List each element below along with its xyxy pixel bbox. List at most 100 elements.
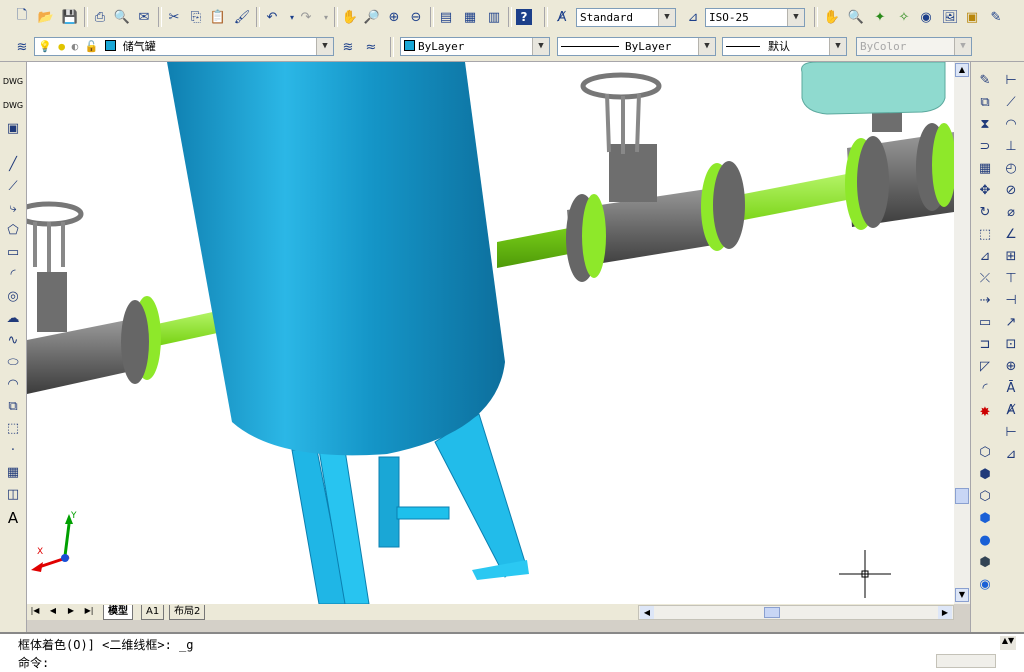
tool-palettes-icon[interactable]: ▥ xyxy=(484,7,504,27)
revcloud-icon[interactable]: ☁ xyxy=(3,308,23,328)
redo-icon[interactable]: ↷ xyxy=(296,7,316,27)
stretch-icon[interactable]: ⊿ xyxy=(975,246,995,266)
copy-object-icon[interactable]: ⧉ xyxy=(975,92,995,112)
ellipse-arc-icon[interactable]: ◠ xyxy=(3,374,23,394)
dimension-edit-icon[interactable]: Ā xyxy=(1001,378,1021,398)
3d-wireframe-icon[interactable]: ⬢ xyxy=(975,464,995,484)
radius-icon[interactable]: ◴ xyxy=(1001,158,1021,178)
paste-icon[interactable]: 📋 xyxy=(208,7,228,27)
offset-icon[interactable]: ⊃ xyxy=(975,136,995,156)
quick-leader-icon[interactable]: ↗ xyxy=(1001,312,1021,332)
multiline-text-icon[interactable]: A xyxy=(3,508,23,528)
properties-icon[interactable]: ▤ xyxy=(436,7,456,27)
help-icon[interactable]: ? xyxy=(516,9,532,25)
flat-edges-icon[interactable]: ⬢ xyxy=(975,552,995,572)
layer-previous-icon[interactable]: ≈ xyxy=(361,37,381,57)
spline-icon[interactable]: ∿ xyxy=(3,330,23,350)
hidden-icon[interactable]: ⬡ xyxy=(975,486,995,506)
angular-icon[interactable]: ∠ xyxy=(1001,224,1021,244)
color-select[interactable]: ByLayer ▼ xyxy=(400,37,550,56)
break-icon[interactable]: ⊐ xyxy=(975,334,995,354)
command-window[interactable]: 框体着色(O)] <二维线框>: _g 命令: ▲▼ xyxy=(0,632,1024,672)
explode-icon[interactable]: ✸ xyxy=(975,402,995,422)
center-mark-icon[interactable]: ⊕ xyxy=(1001,356,1021,376)
plot-preview-icon[interactable]: 🔍 xyxy=(112,7,132,27)
last-tab-button[interactable]: ▶| xyxy=(83,606,95,618)
chamfer-icon[interactable]: ◸ xyxy=(975,356,995,376)
flat-shaded-icon[interactable]: ⬢ xyxy=(975,508,995,528)
dwg-open-icon[interactable]: DWG xyxy=(3,72,23,92)
command-scroll-up[interactable]: ▲▼ xyxy=(1000,636,1016,650)
ellipse-icon[interactable]: ⬭ xyxy=(3,352,23,372)
match-properties-icon[interactable]: 🖌 xyxy=(232,7,252,27)
layer-manager-icon[interactable]: ≋ xyxy=(12,37,32,57)
named-views-icon[interactable]: 🖼 xyxy=(940,7,960,27)
export-icon[interactable]: ▣ xyxy=(3,118,23,138)
tab-model[interactable]: 模型 xyxy=(103,605,133,620)
fillet-icon[interactable]: ◜ xyxy=(975,378,995,398)
horizontal-scrollbar[interactable]: ◀ ▶ xyxy=(638,605,954,620)
copy-icon[interactable]: ⎘ xyxy=(186,7,206,27)
baseline-icon[interactable]: ⊤ xyxy=(1001,268,1021,288)
rectangle-icon[interactable]: ▭ xyxy=(3,242,23,262)
region-icon[interactable]: ◫ xyxy=(3,484,23,504)
gouraud-shaded-icon[interactable]: ● xyxy=(975,530,995,550)
open-folder-icon[interactable]: 📂 xyxy=(36,7,56,27)
linetype-select[interactable]: ByLayer ▼ xyxy=(557,37,716,56)
trim-icon[interactable]: ⤫ xyxy=(975,268,995,288)
make-current-layer-icon[interactable]: ≋ xyxy=(338,37,358,57)
first-tab-button[interactable]: |◀ xyxy=(29,606,41,618)
vertical-scroll-thumb[interactable] xyxy=(955,488,969,504)
sheet-set-icon[interactable]: ▣ xyxy=(962,7,982,27)
rotate-icon[interactable]: ↻ xyxy=(975,202,995,222)
command-hscroll[interactable] xyxy=(936,654,996,668)
drawing-viewport[interactable]: Y X xyxy=(27,62,954,604)
linear-dimension-icon[interactable]: ⊢ xyxy=(1001,70,1021,90)
command-prompt[interactable]: 命令: xyxy=(18,654,49,671)
prev-tab-button[interactable]: ◀ xyxy=(47,606,59,618)
pan-realtime-icon[interactable]: ✋ xyxy=(340,7,360,27)
polygon-icon[interactable]: ⬠ xyxy=(3,220,23,240)
make-block-icon[interactable]: ⬚ xyxy=(3,418,23,438)
lineweight-select[interactable]: 默认 ▼ xyxy=(722,37,847,56)
design-center-icon[interactable]: ▦ xyxy=(460,7,480,27)
dimension-text-edit-icon[interactable]: Ⱥ xyxy=(1001,400,1021,420)
scroll-right-button[interactable]: ▶ xyxy=(938,606,952,619)
pan-icon[interactable]: ✋ xyxy=(822,7,842,27)
erase-icon[interactable]: ✎ xyxy=(975,70,995,90)
print-icon[interactable]: ⎙ xyxy=(90,7,110,27)
polyline-icon[interactable]: ⤷ xyxy=(3,198,23,218)
publish-icon[interactable]: ✉ xyxy=(134,7,154,27)
hatch-icon[interactable]: ▦ xyxy=(3,462,23,482)
array-icon[interactable]: ▦ xyxy=(975,158,995,178)
quick-dimension-icon[interactable]: ⊞ xyxy=(1001,246,1021,266)
redo-dropdown-icon[interactable]: ▾ xyxy=(316,7,336,27)
undo-icon[interactable]: ↶ xyxy=(262,7,282,27)
markup-icon[interactable]: ✎ xyxy=(986,7,1006,27)
new-file-icon[interactable]: 🗋 xyxy=(12,7,32,27)
horizontal-scroll-thumb[interactable] xyxy=(764,607,780,618)
arc-length-icon[interactable]: ◠ xyxy=(1001,114,1021,134)
move-icon[interactable]: ✥ xyxy=(975,180,995,200)
arc-icon[interactable]: ◜ xyxy=(3,264,23,284)
tab-layout2[interactable]: 布局2 xyxy=(169,605,206,620)
dwg-save-icon[interactable]: DWG xyxy=(3,96,23,116)
ordinate-icon[interactable]: ⊥ xyxy=(1001,136,1021,156)
scroll-down-button[interactable]: ▼ xyxy=(955,588,969,602)
free-orbit-icon[interactable]: ✧ xyxy=(894,7,914,27)
gouraud-edges-icon[interactable]: ◉ xyxy=(975,574,995,594)
tolerance-icon[interactable]: ⊡ xyxy=(1001,334,1021,354)
3d-box-outline-icon[interactable]: ⬡ xyxy=(975,442,995,462)
dimension-update-icon[interactable]: ⊢ xyxy=(1001,422,1021,442)
text-style-icon[interactable]: A̸ xyxy=(552,7,572,27)
camera-icon[interactable]: ◉ xyxy=(916,7,936,27)
extend-icon[interactable]: ⇢ xyxy=(975,290,995,310)
zoom-window-icon[interactable]: ⊕ xyxy=(384,7,404,27)
vertical-scrollbar[interactable]: ▲ ▼ xyxy=(954,62,970,604)
dimension-style-icon[interactable]: ⊿ xyxy=(1001,444,1021,464)
zoom-icon[interactable]: 🔍 xyxy=(846,7,866,27)
scale-icon[interactable]: ⬚ xyxy=(975,224,995,244)
layer-select[interactable]: 💡 ● ◐ 🔓 储气罐 ▼ xyxy=(34,37,334,56)
text-style-select[interactable]: Standard ▼ xyxy=(576,8,676,27)
orbit-icon[interactable]: ✦ xyxy=(870,7,890,27)
